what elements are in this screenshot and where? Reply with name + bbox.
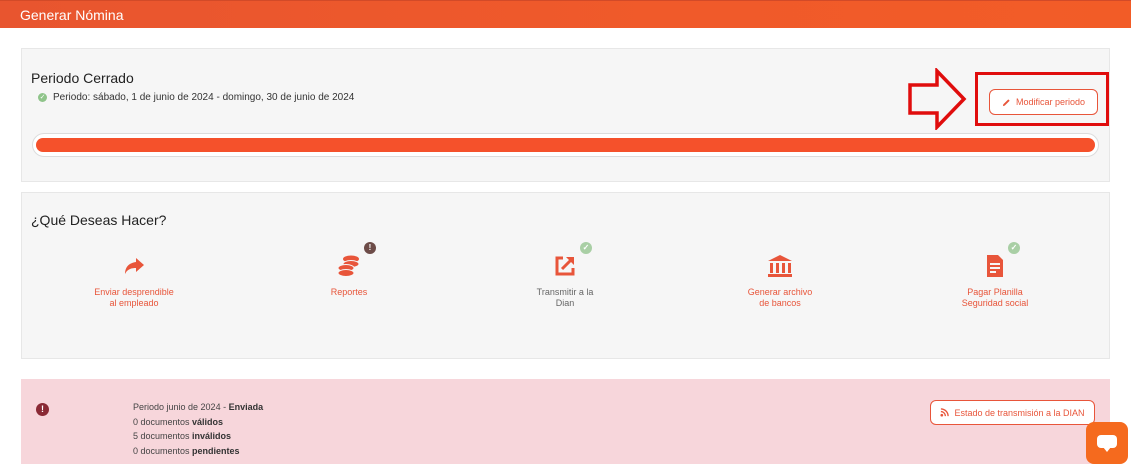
pending-count-text: 0 documentos	[133, 445, 193, 456]
pending-label: pendientes	[192, 445, 240, 456]
period-range: ✓ Periodo: sábado, 1 de junio de 2024 - …	[38, 92, 354, 103]
alert-circle-icon: !	[36, 403, 49, 416]
action-bank-file[interactable]: Generar archivo de bancos	[720, 251, 840, 309]
action-label-line1: Enviar desprendible	[94, 287, 174, 297]
bank-icon	[768, 255, 792, 277]
transmission-summary: Periodo junio de 2024 - Enviada 0 docume…	[133, 400, 263, 458]
action-label-line1: Pagar Planilla	[967, 287, 1023, 297]
modify-period-button[interactable]: Modificar periodo	[989, 89, 1098, 115]
action-label-line1: Transmitir a la	[536, 287, 594, 297]
invalid-label: inválidos	[192, 431, 232, 441]
pencil-icon	[1002, 98, 1010, 106]
action-transmit-dian[interactable]: ✓ Transmitir a la Dian	[505, 242, 625, 309]
warning-badge-icon: !	[364, 242, 376, 254]
check-badge-icon: ✓	[1008, 242, 1020, 254]
check-badge-icon: ✓	[580, 242, 592, 254]
period-progress-bar	[32, 133, 1099, 157]
actions-title: ¿Qué Deseas Hacer?	[31, 212, 167, 228]
right-arrow-annotation-icon	[908, 68, 967, 130]
share-arrow-icon	[125, 258, 144, 274]
actions-panel: ¿Qué Deseas Hacer? Enviar desprendible al…	[21, 192, 1110, 359]
period-status-title: Periodo Cerrado	[31, 70, 134, 86]
action-label-line1: Generar archivo	[747, 287, 813, 297]
modify-period-label: Modificar periodo	[1015, 97, 1086, 107]
document-icon	[987, 255, 1003, 277]
page-title: Generar Nómina	[20, 7, 124, 23]
action-send-payslip[interactable]: Enviar desprendible al empleado	[74, 251, 194, 309]
valid-label: válidos	[192, 416, 224, 427]
dian-status-button[interactable]: Estado de transmisión a la DIAN	[930, 400, 1095, 425]
action-label-line1: Reportes	[330, 287, 368, 297]
chat-bubble-icon	[1097, 435, 1117, 452]
transmission-status-panel: ! Periodo junio de 2024 - Enviada 0 docu…	[21, 379, 1110, 464]
rss-icon	[940, 408, 950, 417]
action-label-line2: Dian	[555, 298, 575, 308]
period-range-text: Periodo: sábado, 1 de junio de 2024 - do…	[53, 92, 355, 103]
period-sent-text: Periodo junio de 2024 -	[133, 402, 229, 412]
action-pay-social-security[interactable]: ✓ Pagar Planilla Seguridad social	[935, 242, 1055, 309]
invalid-count-text: 5 documentos	[133, 431, 193, 441]
action-reports[interactable]: ! Reportes	[289, 242, 409, 298]
valid-count-text: 0 documentos	[133, 416, 193, 427]
period-sent-state: Enviada	[228, 402, 264, 412]
check-circle-icon: ✓	[38, 93, 47, 102]
action-label-line2: Seguridad social	[961, 298, 1029, 308]
progress-fill	[36, 138, 1095, 152]
dian-status-label: Estado de transmisión a la DIAN	[954, 407, 1085, 418]
action-label-line2: de bancos	[759, 298, 801, 308]
action-label-line2: al empleado	[109, 298, 159, 308]
page-header: Generar Nómina	[0, 0, 1131, 28]
chat-button[interactable]	[1086, 422, 1128, 464]
external-link-icon	[555, 256, 575, 276]
coins-stack-icon	[337, 255, 360, 277]
